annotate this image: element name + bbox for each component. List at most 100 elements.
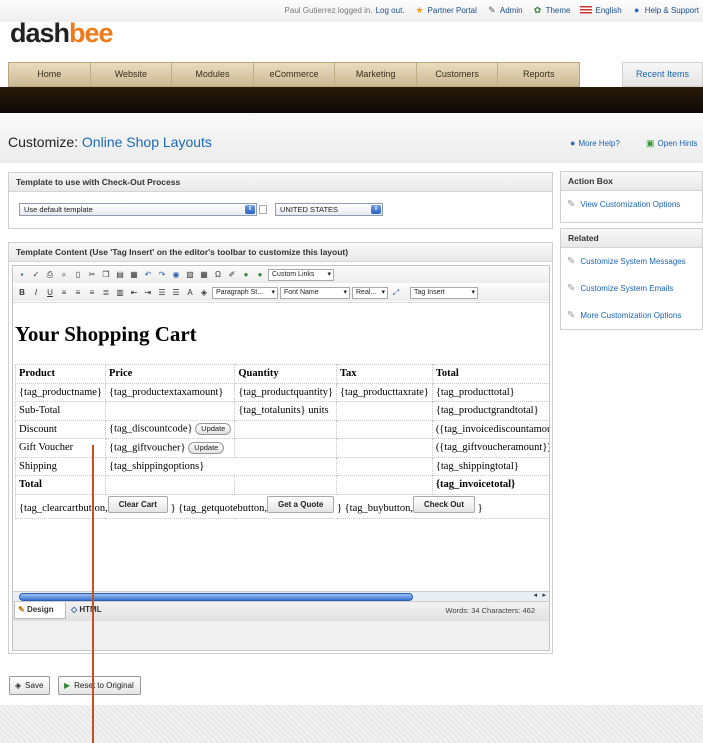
format-brush-icon[interactable]: ✐ xyxy=(226,269,238,281)
wrench-icon: ✎ xyxy=(567,283,576,294)
paste-text-icon[interactable]: ▦ xyxy=(128,269,140,281)
save-button[interactable]: ◈ Save xyxy=(9,676,51,695)
nav-tab-ecommerce[interactable]: eCommerce xyxy=(254,63,336,86)
wrench-icon: ✎ xyxy=(567,199,576,210)
customize-system-emails-link[interactable]: ✎ Customize System Emails xyxy=(567,283,673,294)
print-icon[interactable]: ⎙ xyxy=(44,269,56,281)
nav-tab-marketing[interactable]: Marketing xyxy=(335,63,417,86)
link-icon[interactable]: ◉ xyxy=(170,269,182,281)
help-bubble-icon: ● xyxy=(634,5,640,15)
scroll-left-icon[interactable]: ◂ xyxy=(533,591,537,599)
cart-table: Product Price Quantity Tax Total {tag_pr… xyxy=(15,364,549,519)
template-content-title: Template Content (Use 'Tag Insert' on th… xyxy=(9,243,552,262)
align-left-icon[interactable]: ≡ xyxy=(58,287,70,299)
table-icon[interactable]: ▦ xyxy=(198,269,210,281)
template-checkbox[interactable] xyxy=(259,205,267,214)
table-grid-icon[interactable]: ▥ xyxy=(114,287,126,299)
footer-pattern xyxy=(0,705,703,743)
utility-links: Paul Gutierrez logged in. Log out. ★ Part… xyxy=(285,5,699,15)
reset-to-original-button[interactable]: ▶ Reset to Original xyxy=(58,676,141,695)
editor-toolbar-row-2: B I U ≡ ≡ ≡ ≣ ▥ ⇤ ⇥ ☰ ☰ A ◈ Paragraph St… xyxy=(13,284,549,301)
recent-items-tab[interactable]: Recent Items xyxy=(622,62,703,87)
language-link[interactable]: English xyxy=(580,6,622,15)
template-panel: Template to use with Check-Out Process U… xyxy=(8,172,553,229)
italic-icon[interactable]: I xyxy=(30,287,42,299)
admin-link[interactable]: ✎ Admin xyxy=(487,5,522,15)
nav-tab-reports[interactable]: Reports xyxy=(498,63,579,86)
open-hints-link[interactable]: ▣ Open Hints xyxy=(646,138,698,149)
paste-icon[interactable]: ▤ xyxy=(114,269,126,281)
image-icon[interactable]: ▧ xyxy=(184,269,196,281)
partner-portal-link[interactable]: ★ Partner Portal xyxy=(415,5,476,15)
theme-link[interactable]: ✿ Theme xyxy=(533,5,571,15)
nav-tab-website[interactable]: Website xyxy=(91,63,173,86)
bold-icon[interactable]: B xyxy=(16,287,28,299)
help-support-link[interactable]: ● Help & Support xyxy=(632,5,699,15)
gift-voucher-update-button[interactable]: Update xyxy=(188,441,225,454)
nav-tab-home[interactable]: Home xyxy=(9,63,91,86)
new-document-icon[interactable]: ▯ xyxy=(72,269,84,281)
sub-nav-bar xyxy=(0,87,703,113)
highlight-icon[interactable]: ◈ xyxy=(198,287,210,299)
redo-icon[interactable]: ↷ xyxy=(156,269,168,281)
numbered-list-icon[interactable]: ☰ xyxy=(156,287,168,299)
find-icon[interactable]: ⌕ xyxy=(58,269,70,281)
discount-update-button[interactable]: Update xyxy=(195,423,232,436)
action-box: Action Box ✎ View Customization Options xyxy=(560,171,703,223)
bullet-list-icon[interactable]: ☰ xyxy=(170,287,182,299)
module-settings-icon[interactable]: ● xyxy=(254,269,266,281)
scroll-right-icon[interactable]: ▸ xyxy=(542,591,546,599)
symbol-icon[interactable]: Ω xyxy=(212,269,224,281)
view-customization-options-link[interactable]: ✎ View Customization Options xyxy=(567,199,680,210)
action-box-title: Action Box xyxy=(561,172,702,191)
country-select[interactable]: UNITED STATES ⇕ xyxy=(275,203,383,216)
annotation-line xyxy=(92,445,94,743)
font-size-select[interactable]: Real... ▾ xyxy=(352,286,388,299)
spellcheck-icon[interactable]: ✓ xyxy=(30,269,42,281)
pencil-icon: ✎ xyxy=(18,605,25,614)
paragraph-style-select[interactable]: Paragraph St... ▾ xyxy=(212,286,278,299)
nav-tab-customers[interactable]: Customers xyxy=(417,63,499,86)
save-disk-icon[interactable]: ▪ xyxy=(16,269,28,281)
template-panel-title: Template to use with Check-Out Process xyxy=(9,173,552,192)
indent-icon[interactable]: ⇥ xyxy=(142,287,154,299)
align-center-icon[interactable]: ≡ xyxy=(72,287,84,299)
template-content-panel: Template Content (Use 'Tag Insert' on th… xyxy=(8,242,553,654)
copy-icon[interactable]: ❐ xyxy=(100,269,112,281)
html-mode-tab[interactable]: ◇ HTML xyxy=(71,602,102,619)
table-row: Discount {tag_discountcode} Update ({tag… xyxy=(15,419,549,439)
login-status: Paul Gutierrez logged in. xyxy=(284,5,373,15)
clear-cart-button[interactable]: Clear Cart xyxy=(107,495,168,513)
code-icon: ◇ xyxy=(71,605,78,614)
related-box: Related ✎ Customize System Messages ✎ Cust… xyxy=(560,228,703,330)
get-quote-button[interactable]: Get a Quote xyxy=(267,495,335,513)
scrollbar-thumb[interactable] xyxy=(19,593,413,601)
chevron-down-icon: ▾ xyxy=(327,270,331,278)
nav-tab-modules[interactable]: Modules xyxy=(172,63,254,86)
flag-icon xyxy=(580,6,593,14)
more-customization-options-link[interactable]: ✎ More Customization Options xyxy=(567,310,681,321)
undo-icon[interactable]: ↶ xyxy=(142,269,154,281)
font-name-select[interactable]: Font Name ▾ xyxy=(280,286,350,299)
template-select[interactable]: Use default template ⇕ xyxy=(19,203,257,216)
customize-system-messages-link[interactable]: ✎ Customize System Messages xyxy=(567,256,686,267)
outdent-icon[interactable]: ⇤ xyxy=(128,287,140,299)
fullscreen-icon[interactable]: ⤢ xyxy=(390,287,402,299)
underline-icon[interactable]: U xyxy=(44,287,56,299)
cart-buttons-row: {tag_clearcartbutton, Clear Cart } {tag_g… xyxy=(15,493,549,519)
custom-links-select[interactable]: Custom Links ▾ xyxy=(268,268,334,281)
align-right-icon[interactable]: ≡ xyxy=(86,287,98,299)
logout-link[interactable]: Log out. xyxy=(376,6,405,15)
module-icon[interactable]: ● xyxy=(240,269,252,281)
text-color-icon[interactable]: A xyxy=(184,287,196,299)
justify-icon[interactable]: ≣ xyxy=(100,287,112,299)
cut-icon[interactable]: ✂ xyxy=(86,269,98,281)
tag-insert-select[interactable]: Tag Insert ▾ xyxy=(410,286,478,299)
wrench-icon: ✎ xyxy=(567,310,576,321)
dashbee-logo[interactable]: dashbee xyxy=(10,18,114,49)
more-help-link[interactable]: ● More Help? xyxy=(570,138,620,148)
design-mode-tab[interactable]: ✎ Design xyxy=(14,602,66,619)
star-icon: ★ xyxy=(415,5,424,15)
word-count: Words: 34 Characters: 462 xyxy=(445,606,536,615)
check-out-button[interactable]: Check Out xyxy=(412,495,475,513)
